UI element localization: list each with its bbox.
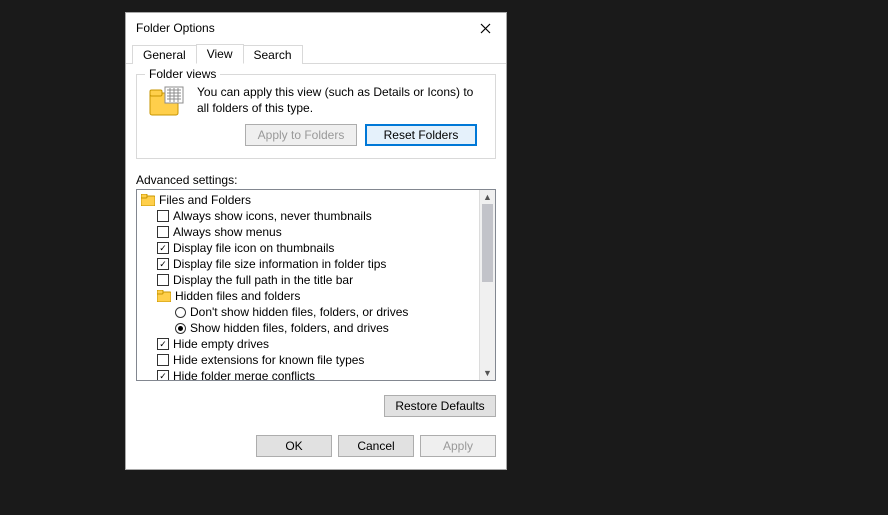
- group-label: Files and Folders: [159, 193, 251, 207]
- opt-always-icons[interactable]: Always show icons, never thumbnails: [139, 208, 477, 224]
- folder-views-icon: [147, 85, 187, 121]
- restore-defaults-button[interactable]: Restore Defaults: [384, 395, 496, 417]
- checkbox-icon: [157, 210, 169, 222]
- checkbox-icon: ✓: [157, 370, 169, 380]
- titlebar: Folder Options: [126, 13, 506, 43]
- checkbox-icon: [157, 226, 169, 238]
- opt-dont-show-hidden[interactable]: Don't show hidden files, folders, or dri…: [139, 304, 477, 320]
- opt-always-menus[interactable]: Always show menus: [139, 224, 477, 240]
- opt-display-file-size[interactable]: ✓ Display file size information in folde…: [139, 256, 477, 272]
- group-files-and-folders: Files and Folders: [139, 192, 477, 208]
- tab-content: Folder views You can apply this view (su…: [126, 64, 506, 427]
- opt-display-icon-thumb[interactable]: ✓ Display file icon on thumbnails: [139, 240, 477, 256]
- radio-icon: [175, 307, 186, 318]
- option-label: Always show icons, never thumbnails: [173, 209, 372, 223]
- option-label: Display the full path in the title bar: [173, 273, 353, 287]
- cancel-button[interactable]: Cancel: [338, 435, 414, 457]
- checkbox-icon: [157, 354, 169, 366]
- tab-strip: General View Search: [126, 43, 506, 64]
- list-scrollbar[interactable]: ▲ ▼: [479, 190, 495, 380]
- option-label: Don't show hidden files, folders, or dri…: [190, 305, 408, 319]
- dialog-footer: OK Cancel Apply: [126, 427, 506, 469]
- checkbox-icon: ✓: [157, 242, 169, 254]
- option-label: Display file size information in folder …: [173, 257, 386, 271]
- tab-view[interactable]: View: [196, 44, 244, 64]
- opt-hide-empty-drives[interactable]: ✓ Hide empty drives: [139, 336, 477, 352]
- advanced-settings-label: Advanced settings:: [136, 173, 496, 187]
- apply-button: Apply: [420, 435, 496, 457]
- folder-icon: [141, 194, 155, 206]
- checkbox-icon: [157, 274, 169, 286]
- option-label: Show hidden files, folders, and drives: [190, 321, 389, 335]
- apply-to-folders-button: Apply to Folders: [245, 124, 357, 146]
- option-label: Display file icon on thumbnails: [173, 241, 334, 255]
- advanced-settings-list: Files and Folders Always show icons, nev…: [136, 189, 496, 381]
- folder-options-dialog: Folder Options General View Search Folde…: [125, 12, 507, 470]
- checkbox-icon: ✓: [157, 258, 169, 270]
- tab-search[interactable]: Search: [243, 45, 303, 64]
- option-label: Hide extensions for known file types: [173, 353, 364, 367]
- opt-show-hidden[interactable]: Show hidden files, folders, and drives: [139, 320, 477, 336]
- folder-views-text: You can apply this view (such as Details…: [197, 85, 485, 116]
- group-label: Hidden files and folders: [175, 289, 300, 303]
- group-hidden-files: Hidden files and folders: [139, 288, 477, 304]
- reset-folders-button[interactable]: Reset Folders: [365, 124, 477, 146]
- opt-hide-merge-conflicts[interactable]: ✓ Hide folder merge conflicts: [139, 368, 477, 380]
- opt-display-full-path[interactable]: Display the full path in the title bar: [139, 272, 477, 288]
- close-button[interactable]: [472, 19, 498, 37]
- folder-icon: [157, 290, 171, 302]
- window-title: Folder Options: [136, 21, 215, 35]
- ok-button[interactable]: OK: [256, 435, 332, 457]
- option-label: Always show menus: [173, 225, 282, 239]
- folder-views-group: Folder views You can apply this view (su…: [136, 74, 496, 159]
- option-label: Hide folder merge conflicts: [173, 369, 315, 380]
- tab-general[interactable]: General: [132, 45, 197, 64]
- opt-hide-extensions[interactable]: Hide extensions for known file types: [139, 352, 477, 368]
- checkbox-icon: ✓: [157, 338, 169, 350]
- scroll-down-icon[interactable]: ▼: [480, 366, 495, 380]
- scrollbar-thumb[interactable]: [482, 204, 493, 282]
- close-icon: [480, 23, 491, 34]
- scroll-up-icon[interactable]: ▲: [480, 190, 495, 204]
- folder-views-legend: Folder views: [145, 67, 220, 81]
- option-label: Hide empty drives: [173, 337, 269, 351]
- radio-icon: [175, 323, 186, 334]
